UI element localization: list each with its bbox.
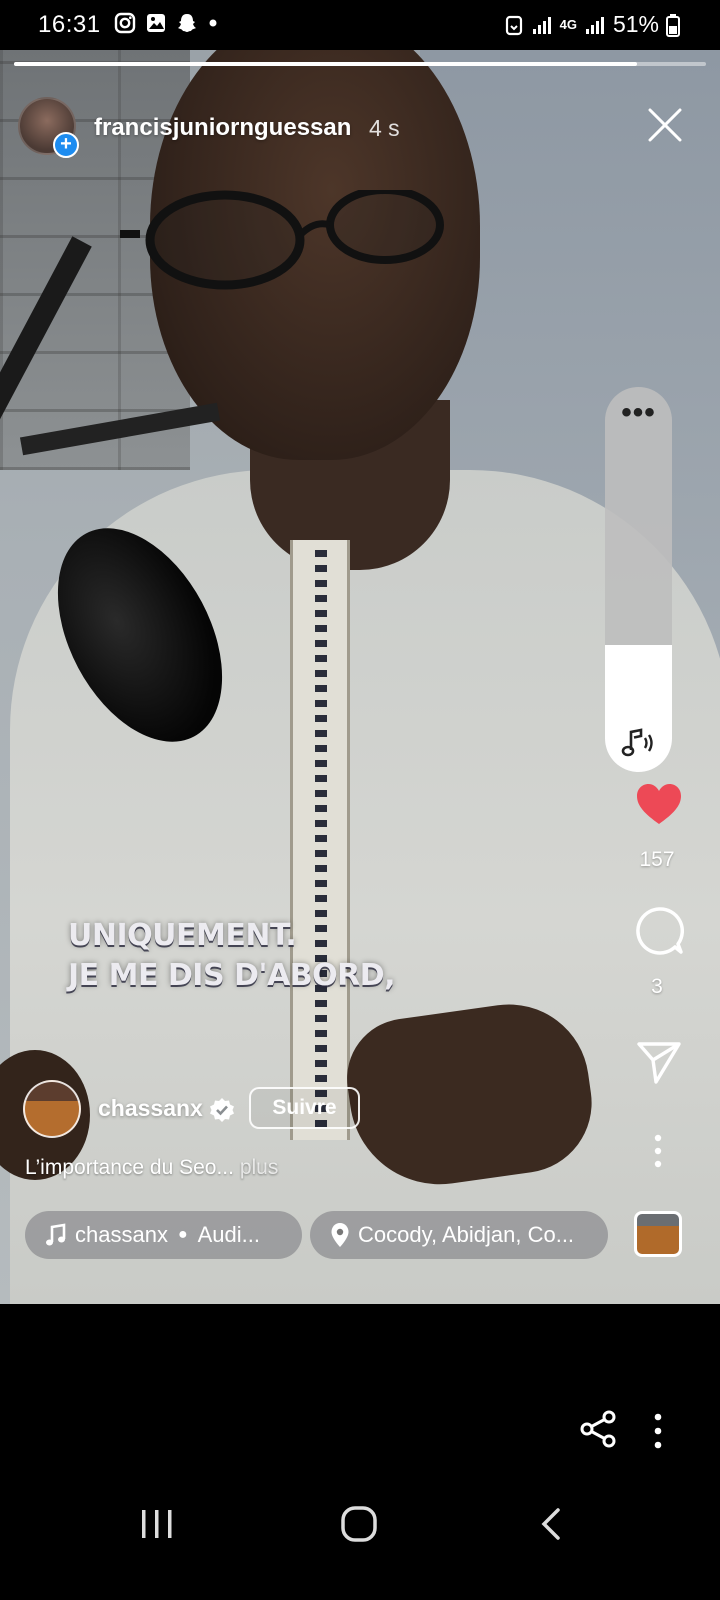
story-username[interactable]: francisjuniornguessan bbox=[94, 114, 351, 142]
like-heart-icon[interactable] bbox=[635, 782, 683, 826]
status-left-icons bbox=[114, 12, 219, 34]
recent-apps-icon[interactable] bbox=[132, 1502, 182, 1546]
close-icon[interactable] bbox=[646, 106, 684, 144]
battery-percent: 51% bbox=[612, 11, 659, 37]
creator-avatar[interactable] bbox=[23, 1080, 81, 1138]
separator-dot-icon: ● bbox=[177, 1226, 188, 1243]
snapchat-icon bbox=[178, 14, 196, 32]
status-time: 16:31 bbox=[38, 11, 101, 38]
gallery-icon bbox=[147, 14, 165, 32]
signal-icon bbox=[532, 16, 551, 34]
reel-description-text: L’importance du Seo... bbox=[25, 1156, 234, 1179]
video-caption: UNIQUEMENT. JE ME DIS D'ABORD, bbox=[68, 916, 396, 996]
send-icon[interactable] bbox=[636, 1040, 682, 1084]
story-progress-fill bbox=[14, 62, 637, 66]
back-icon[interactable] bbox=[530, 1502, 580, 1546]
audio-title: Audi... bbox=[197, 1222, 260, 1247]
caption-line-1: UNIQUEMENT. bbox=[68, 918, 297, 953]
instagram-icon bbox=[114, 12, 136, 34]
more-options-icon[interactable] bbox=[645, 1412, 671, 1450]
caption-line-2: JE ME DIS D'ABORD, bbox=[68, 958, 396, 993]
verified-badge-icon bbox=[210, 1098, 234, 1122]
reel-thumbnail[interactable] bbox=[634, 1211, 682, 1257]
dot-icon bbox=[209, 19, 217, 27]
shirt-placket bbox=[290, 540, 350, 1140]
location-text: Cocody, Abidjan, Co... bbox=[358, 1222, 575, 1247]
volume-slider[interactable]: ••• bbox=[605, 387, 672, 772]
glasses bbox=[120, 190, 444, 290]
reel-description[interactable]: L’importance du Seo... plus bbox=[25, 1156, 278, 1180]
audio-artist: chassanx bbox=[75, 1222, 168, 1247]
location-pill[interactable]: Cocody, Abidjan, Co... bbox=[310, 1211, 608, 1259]
comment-icon[interactable] bbox=[634, 906, 684, 956]
signal-icon bbox=[585, 16, 604, 34]
story-progress-bar bbox=[14, 62, 706, 66]
share-icon[interactable] bbox=[579, 1410, 617, 1448]
more-options-icon[interactable] bbox=[645, 1133, 671, 1169]
creator-name[interactable]: chassanx bbox=[98, 1095, 203, 1122]
alarm-icon bbox=[505, 15, 522, 35]
music-note-icon bbox=[46, 1223, 66, 1246]
volume-more-icon[interactable]: ••• bbox=[605, 398, 672, 428]
reel-description-more[interactable]: plus bbox=[240, 1156, 279, 1179]
add-story-plus-icon[interactable]: + bbox=[53, 132, 79, 158]
location-pin-icon bbox=[331, 1223, 349, 1247]
status-right: 4G 51% bbox=[504, 11, 680, 38]
audio-pill[interactable]: chassanx ● Audi... bbox=[25, 1211, 302, 1259]
likes-count[interactable]: 157 bbox=[627, 848, 687, 872]
story-time-ago: 4 s bbox=[369, 115, 400, 141]
home-icon[interactable] bbox=[335, 1502, 385, 1546]
comments-count[interactable]: 3 bbox=[627, 975, 687, 999]
follow-button[interactable]: Suivre bbox=[249, 1087, 360, 1129]
placket-embroidery bbox=[315, 550, 327, 1130]
music-volume-icon bbox=[621, 728, 653, 757]
network-label: 4G bbox=[559, 16, 577, 32]
status-bar: 16:31 4G 51% bbox=[0, 0, 720, 50]
battery-icon bbox=[666, 13, 680, 37]
